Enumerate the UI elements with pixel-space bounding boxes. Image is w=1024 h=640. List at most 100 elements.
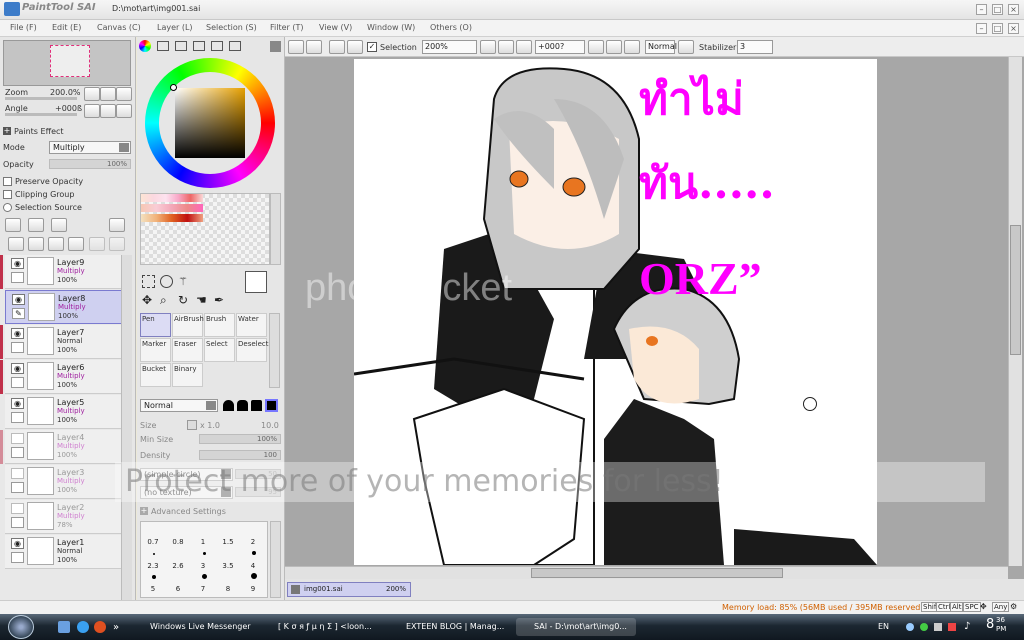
eye-icon[interactable] — [11, 433, 24, 444]
rotate-reset-icon[interactable] — [624, 40, 640, 54]
zoom-out-button[interactable] — [84, 87, 100, 101]
preserve-opacity-checkbox[interactable] — [3, 177, 12, 186]
menu-window[interactable]: Window (W) — [367, 23, 415, 32]
layer-item[interactable]: ◉ Layer6 Multiply 100% — [5, 360, 132, 394]
move-icon[interactable]: ✥ — [142, 293, 152, 307]
intermediate-color-tab-icon[interactable] — [193, 41, 205, 51]
brush-shape-2-icon[interactable] — [237, 400, 248, 411]
close-button[interactable]: × — [1008, 4, 1019, 15]
zoom-out-icon[interactable] — [480, 40, 496, 54]
layer-lock-box[interactable] — [11, 342, 24, 353]
zoom-icon[interactable]: ⌕ — [160, 293, 167, 308]
menu-others[interactable]: Others (O) — [430, 23, 472, 32]
tray-network-icon[interactable] — [906, 623, 914, 631]
start-button[interactable] — [8, 615, 34, 639]
clear-layer-icon[interactable] — [48, 237, 64, 251]
task-sai[interactable]: SAI - D:\mot\art\img0... — [516, 618, 636, 636]
preset-cell[interactable]: 6 — [166, 585, 190, 598]
layer-item-selected[interactable]: ◉ ✎ Layer8 Multiply 100% — [5, 290, 132, 324]
eye-icon[interactable]: ◉ — [11, 328, 24, 339]
mode-select[interactable]: Multiply — [49, 141, 131, 154]
invert-selection-icon[interactable] — [347, 40, 363, 54]
menu-view[interactable]: View (V) — [319, 23, 352, 32]
vertical-scroll-thumb[interactable] — [1010, 225, 1021, 355]
doc-minimize-button[interactable]: – — [976, 23, 987, 34]
stabilizer-select[interactable]: 3 — [737, 40, 773, 54]
preset-cell[interactable]: 2.6 — [166, 562, 190, 575]
scratchpad-tab-icon[interactable] — [229, 41, 241, 51]
tray-alert-icon[interactable] — [948, 623, 956, 631]
eye-icon[interactable] — [11, 468, 24, 479]
fit-icon[interactable] — [516, 40, 532, 54]
menu-filter[interactable]: Filter (T) — [270, 23, 303, 32]
rgb-slider-tab-icon[interactable] — [157, 41, 169, 51]
doc-close-button[interactable]: × — [1008, 23, 1019, 34]
preset-cell[interactable]: 5 — [141, 585, 165, 598]
selection-source-radio[interactable] — [3, 203, 12, 212]
tool-pen[interactable]: Pen — [140, 313, 171, 337]
flip-icon[interactable] — [678, 40, 694, 54]
rotation-select[interactable]: +000? — [535, 40, 585, 54]
lasso-icon[interactable] — [160, 275, 173, 288]
clock-hour[interactable]: 8 — [986, 617, 994, 632]
density-slider[interactable]: 100 — [199, 450, 281, 460]
layer-scrollbar[interactable] — [121, 255, 132, 600]
magic-wand-icon[interactable]: ⚚ — [178, 275, 191, 288]
preset-scrollbar[interactable] — [270, 521, 281, 598]
layer-item[interactable]: ◉ Layer1 Normal 100% — [5, 535, 132, 569]
merge-down-icon[interactable] — [28, 237, 44, 251]
tool-marker[interactable]: Marker — [140, 338, 171, 362]
tool-binary[interactable]: Binary — [172, 363, 203, 387]
menu-selection[interactable]: Selection (S) — [206, 23, 257, 32]
preset-cell[interactable]: 2.3 — [141, 562, 165, 575]
preset-cell[interactable]: 3.5 — [216, 562, 240, 575]
tool-airbrush[interactable]: AirBrush — [172, 313, 204, 337]
tool-select[interactable]: Select — [204, 338, 235, 362]
chevron-down-icon[interactable] — [270, 41, 281, 52]
eye-icon[interactable]: ◉ — [11, 258, 24, 269]
firefox-icon[interactable] — [94, 621, 106, 633]
new-layer-icon[interactable] — [5, 218, 21, 232]
tool-water[interactable]: Water — [236, 313, 267, 337]
brush-blend-select[interactable]: Normal — [140, 399, 218, 412]
hsv-slider-tab-icon[interactable] — [175, 41, 187, 51]
eye-icon[interactable]: ◉ — [11, 398, 24, 409]
expand-icon[interactable]: + — [3, 127, 11, 135]
delete-mask-icon[interactable] — [109, 237, 125, 251]
layer-lock-box[interactable] — [11, 412, 24, 423]
doc-maximize-button[interactable]: □ — [992, 23, 1003, 34]
rotate-left-button[interactable] — [84, 104, 100, 118]
task-messenger[interactable]: Windows Live Messenger — [132, 618, 257, 636]
expand-icon[interactable]: + — [140, 507, 148, 515]
preset-cell[interactable]: 2 — [241, 538, 265, 551]
tool-brush[interactable]: Brush — [204, 313, 235, 337]
eye-icon[interactable]: ◉ — [11, 363, 24, 374]
layer-item[interactable]: ◉ Layer7 Normal 100% — [5, 325, 132, 359]
preset-cell[interactable]: 1.5 — [216, 538, 240, 551]
task-chat[interactable]: [ K σ я ƒ μ η Σ ] <loon... — [260, 618, 382, 636]
menu-file[interactable]: File (F) — [10, 23, 37, 32]
rotate-reset-button[interactable] — [116, 104, 132, 118]
horizontal-scroll-thumb[interactable] — [531, 568, 783, 578]
delete-layer-icon[interactable] — [68, 237, 84, 251]
new-linework-icon[interactable] — [28, 218, 44, 232]
preset-cell[interactable]: 1 — [191, 538, 215, 551]
eyedropper-icon[interactable]: ✒ — [214, 293, 224, 307]
layer-item[interactable]: Layer3 Multiply 100% — [5, 465, 132, 499]
language-indicator[interactable]: EN — [878, 622, 889, 631]
maximize-button[interactable]: □ — [992, 4, 1003, 15]
navigator-viewport[interactable] — [50, 45, 90, 77]
saturation-value-square[interactable] — [175, 88, 245, 158]
min-size-slider[interactable]: 100% — [199, 434, 281, 444]
zoom-in-button[interactable] — [100, 87, 116, 101]
clipping-group-checkbox[interactable] — [3, 190, 12, 199]
ie-icon[interactable] — [77, 621, 89, 633]
navigator-preview[interactable] — [3, 40, 131, 86]
tool-bucket[interactable]: Bucket — [140, 363, 171, 387]
zoom-slider[interactable] — [5, 97, 77, 100]
pen-edit-icon[interactable]: ✎ — [12, 308, 25, 319]
vertical-scrollbar[interactable] — [1008, 57, 1022, 566]
overflow-chevron-icon[interactable]: » — [113, 622, 119, 633]
swatch-scrollbar[interactable] — [270, 193, 281, 265]
preset-cell[interactable]: 3 — [191, 562, 215, 575]
